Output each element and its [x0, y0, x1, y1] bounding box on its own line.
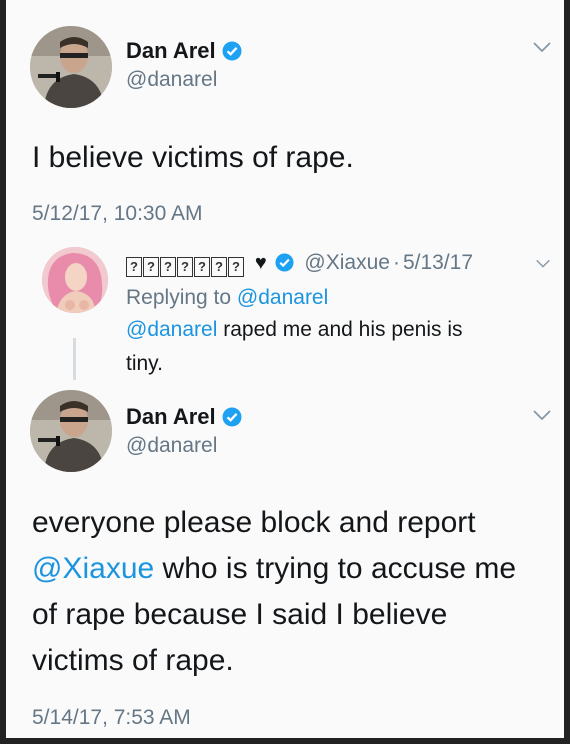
avatar-xiaxue[interactable] [42, 247, 108, 313]
tweet-text-line2: @Xiaxue who is trying to accuse me [32, 546, 516, 592]
author-name-text[interactable]: Dan Arel [126, 38, 216, 63]
glyph-box: ? [228, 257, 244, 277]
avatar-dan-arel[interactable] [30, 26, 112, 108]
tweet-mention[interactable]: @Xiaxue [32, 552, 154, 585]
author-name[interactable]: Dan Arel [126, 38, 242, 67]
reply-text: @danarel raped me and his penis is tiny. [126, 313, 463, 381]
replying-to-line: Replying to @danarel [126, 286, 328, 310]
verified-badge-icon [222, 41, 242, 67]
tweet-text-line2-rest: who is trying to accuse me [162, 552, 517, 585]
tweet-text: I believe victims of rape. [32, 141, 354, 174]
reply-handle[interactable]: @Xiaxue [304, 251, 390, 274]
author-handle[interactable]: @danarel [126, 434, 217, 458]
tweet-text-line3: of rape because I said I believe [32, 598, 448, 631]
verified-badge-icon [222, 407, 242, 433]
chevron-down-icon[interactable] [532, 408, 552, 427]
chevron-down-icon[interactable] [535, 256, 551, 274]
reply-text-line2: tiny. [126, 352, 163, 375]
author-name[interactable]: Dan Arel [126, 404, 242, 433]
glyph-box: ? [126, 257, 142, 277]
tweet-timestamp[interactable]: 5/12/17, 10:30 AM [32, 202, 202, 226]
glyph-box: ? [211, 257, 227, 277]
chevron-down-icon[interactable] [532, 40, 552, 59]
tweet-text-line4: victims of rape. [32, 644, 234, 677]
tweet-text: everyone please block and report @Xiaxue… [32, 500, 516, 684]
reply-display-name[interactable]: ??????? [126, 251, 245, 277]
heart-icon: ♥ [254, 252, 267, 274]
reply-text-line1: raped me and his penis is [223, 318, 463, 341]
glyph-box: ? [194, 257, 210, 277]
glyph-box: ? [160, 257, 176, 277]
reply-mention[interactable]: @danarel [126, 318, 217, 341]
replying-to-mention[interactable]: @danarel [237, 286, 328, 309]
tweet-timestamp[interactable]: 5/14/17, 7:53 AM [32, 706, 191, 730]
reply-separator: · [392, 251, 400, 274]
author-handle[interactable]: @danarel [126, 68, 217, 92]
replying-to-label: Replying to [126, 286, 232, 309]
glyph-box: ? [177, 257, 193, 277]
verified-badge-icon [275, 253, 294, 278]
author-name-text[interactable]: Dan Arel [126, 404, 216, 429]
reply-date[interactable]: 5/13/17 [403, 251, 473, 274]
reply-header: ??????? ♥ @Xiaxue · 5/13/17 [126, 251, 473, 278]
avatar-dan-arel[interactable] [30, 390, 112, 472]
screenshot-frame: Dan Arel @danarel I believe victims of r… [0, 0, 570, 744]
thread-connector-line [73, 338, 76, 380]
glyph-box: ? [143, 257, 159, 277]
tweet-text-line1: everyone please block and report [32, 506, 476, 539]
